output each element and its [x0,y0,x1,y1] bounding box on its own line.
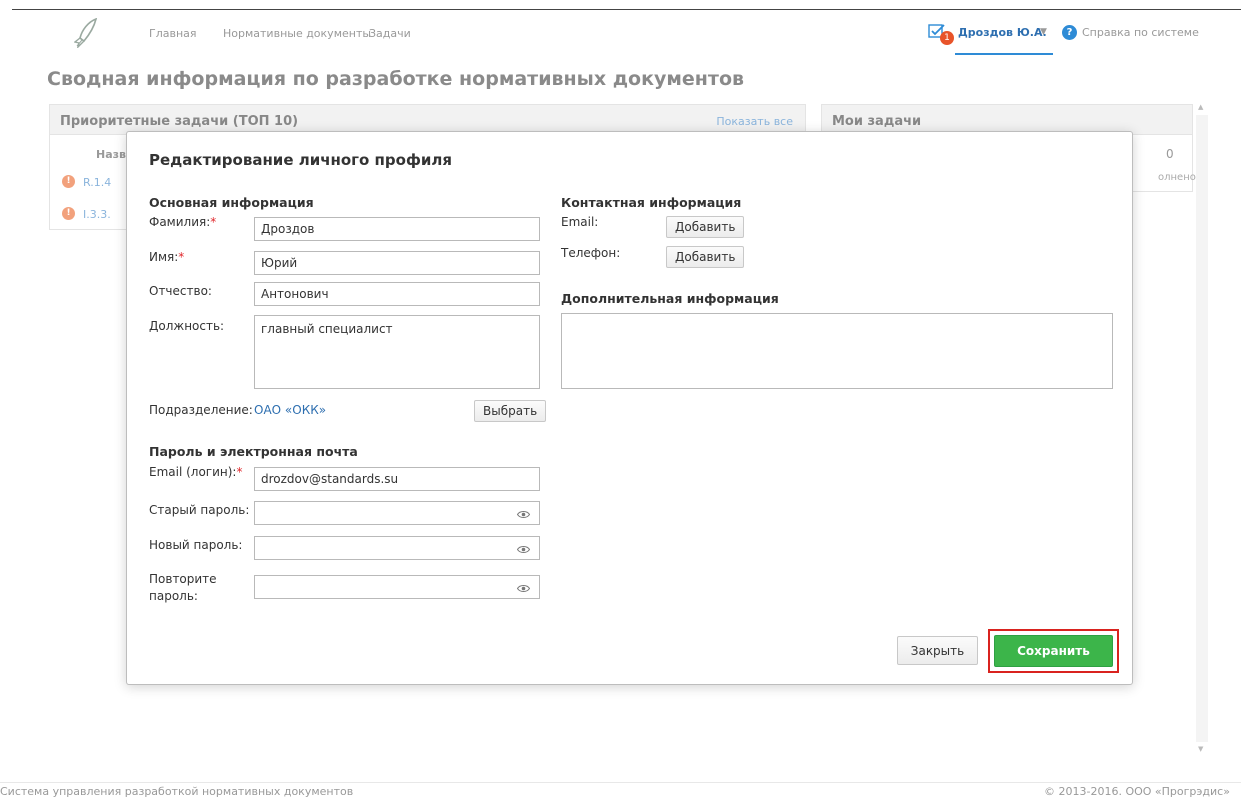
tasks-count: 0 [1166,147,1174,161]
last-name-field[interactable] [254,217,540,241]
login-email-field[interactable] [254,467,540,491]
show-password-icon[interactable] [517,545,530,554]
first-name-label: Имя:* [149,250,185,264]
task-link[interactable]: I.3.3. [83,208,111,221]
panel-title: Мои задачи [832,114,922,129]
caret-down-icon[interactable]: ▼ [1040,27,1047,37]
show-all-link[interactable]: Показать все [716,115,793,128]
middle-name-field[interactable] [254,282,540,306]
active-underline [955,53,1053,55]
dialog-title: Редактирование личного профиля [149,151,452,169]
password-heading: Пароль и электронная почта [149,444,358,459]
show-password-icon[interactable] [517,584,530,593]
help-link[interactable]: Справка по системе [1082,26,1199,39]
top-bar: Главная Нормативные документы Задачи 1 Д… [0,0,1241,64]
save-button[interactable]: Сохранить [994,635,1113,667]
warning-icon: ! [62,207,75,220]
task-link[interactable]: R.1.4 [83,176,111,189]
repeat-password-field[interactable] [254,575,540,599]
new-password-label: Новый пароль: [149,538,243,552]
old-password-label: Старый пароль: [149,503,250,517]
login-email-label: Email (логин):* [149,465,243,479]
contact-email-label: Email: [561,215,599,229]
user-menu[interactable]: Дроздов Ю.А. [958,26,1047,39]
close-button[interactable]: Закрыть [897,636,978,665]
add-email-button[interactable]: Добавить [666,216,745,238]
save-button-highlight: Сохранить [988,629,1119,673]
nav-documents[interactable]: Нормативные документы [223,27,371,40]
panel-title: Приоритетные задачи (ТОП 10) [60,114,299,129]
scrollbar[interactable] [1196,115,1208,742]
new-password-field[interactable] [254,536,540,560]
repeat-password-label-line2: пароль: [149,589,198,603]
page-title: Сводная информация по разработке нормати… [47,68,745,90]
middle-name-label: Отчество: [149,284,212,298]
footer-divider [0,782,1241,783]
select-department-button[interactable]: Выбрать [474,400,547,422]
position-field[interactable]: главный специалист [254,315,540,389]
notification-badge: 1 [940,31,954,45]
footer-system-name: Система управления разработкой нормативн… [0,785,354,798]
additional-info-field[interactable] [561,313,1113,389]
edit-profile-dialog: Редактирование личного профиля Основная … [126,131,1133,685]
additional-info-heading: Дополнительная информация [561,291,779,306]
add-phone-button[interactable]: Добавить [666,246,745,268]
basic-info-heading: Основная информация [149,195,314,210]
nav-home[interactable]: Главная [149,27,197,40]
footer-copyright: © 2013-2016. ООО «Прогрэдис» [1044,785,1230,798]
top-rule [12,9,1241,10]
department-link[interactable]: ОАО «ОКК» [254,403,326,417]
position-label: Должность: [149,319,225,333]
scroll-down-arrow[interactable]: ▼ [1198,745,1203,753]
warning-icon: ! [62,175,75,188]
first-name-field[interactable] [254,251,540,275]
tasks-status: олнено [1158,172,1196,183]
rocket-logo-icon[interactable] [74,18,98,48]
column-header: Назв [96,148,126,161]
show-password-icon[interactable] [517,510,530,519]
nav-tasks[interactable]: Задачи [369,27,411,40]
help-icon[interactable]: ? [1062,25,1077,40]
old-password-field[interactable] [254,501,540,525]
department-label: Подразделение: [149,403,253,417]
repeat-password-label: Повторите [149,572,217,586]
contact-info-heading: Контактная информация [561,195,742,210]
scroll-up-arrow[interactable]: ▲ [1198,103,1203,111]
contact-phone-label: Телефон: [561,246,621,260]
last-name-label: Фамилия:* [149,215,217,229]
